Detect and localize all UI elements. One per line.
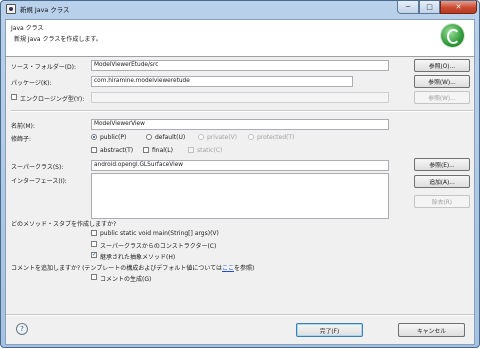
protected-radio[interactable] bbox=[248, 134, 254, 140]
comments-question-prefix: コメントを追加しますか? (テンプレートの構成およびデフォルト値については bbox=[11, 265, 222, 272]
final-checkbox[interactable] bbox=[143, 147, 149, 153]
banner-description: 新規 Java クラスを作成します。 bbox=[14, 36, 102, 43]
inherited-abstract-methods-label: 継承された抽象メソッド(H) bbox=[100, 254, 176, 261]
modifiers-label: 修飾子: bbox=[11, 136, 32, 143]
wizard-banner: Java クラス 新規 Java クラスを作成します。 bbox=[6, 20, 474, 57]
enclosing-type-label: エンクロージング型(Y): bbox=[20, 96, 85, 103]
cancel-button[interactable]: キャンセル bbox=[398, 323, 465, 337]
add-interface-button[interactable]: 追加(A)... bbox=[414, 175, 470, 188]
public-radio[interactable] bbox=[91, 134, 97, 140]
abstract-checkbox[interactable] bbox=[91, 147, 97, 153]
comments-question: コメントを追加しますか? (テンプレートの構成およびデフォルト値についてはここを… bbox=[11, 263, 254, 272]
source-folder-input[interactable]: ModelViewerEtude/src bbox=[91, 60, 389, 71]
remove-interface-button[interactable]: 除去(R) bbox=[414, 195, 470, 208]
dialog-window: 新規 Java クラス ─ □ ✕ Java クラス 新規 Java クラスを作… bbox=[0, 0, 480, 348]
enclosing-type-browse-button[interactable]: 参照(W)... bbox=[414, 91, 470, 104]
package-browse-button[interactable]: 参照(W)... bbox=[414, 75, 470, 88]
separator bbox=[11, 110, 473, 112]
private-radio-label: private(V) bbox=[207, 134, 237, 141]
default-radio[interactable] bbox=[146, 134, 152, 140]
superclass-browse-button[interactable]: 参照(E)... bbox=[414, 158, 470, 171]
finish-button[interactable]: 完了(F) bbox=[296, 323, 363, 337]
inherited-abstract-methods-checkbox[interactable]: ✓ bbox=[91, 252, 97, 258]
enclosing-type-input[interactable] bbox=[91, 92, 389, 103]
superclass-input[interactable]: android.opengl.GLSurfaceView bbox=[91, 160, 389, 171]
comments-question-suffix: を参照) bbox=[233, 265, 255, 272]
enclosing-type-checkbox[interactable] bbox=[11, 94, 17, 100]
static-checkbox-label: static(C) bbox=[197, 147, 223, 154]
default-radio-label: default(U) bbox=[155, 134, 186, 141]
private-radio[interactable] bbox=[198, 134, 204, 140]
class-name-input[interactable]: ModelViewerView bbox=[91, 119, 389, 130]
generate-comments-label: コメントの生成(G) bbox=[100, 276, 152, 283]
source-folder-label: ソース・フォルダー(D): bbox=[11, 64, 77, 71]
main-method-checkbox[interactable] bbox=[91, 230, 97, 236]
superclass-label: スーパークラス(S): bbox=[11, 164, 64, 171]
interfaces-label: インターフェース(I): bbox=[11, 178, 67, 185]
abstract-checkbox-label: abstract(T) bbox=[100, 147, 134, 154]
name-label: 名前(M): bbox=[11, 123, 35, 130]
source-folder-browse-button[interactable]: 参照(O)... bbox=[414, 59, 470, 72]
static-checkbox[interactable] bbox=[188, 147, 194, 153]
footer-separator bbox=[6, 314, 474, 316]
superclass-constructors-checkbox[interactable] bbox=[91, 241, 97, 247]
package-label: パッケージ(K): bbox=[11, 80, 52, 87]
superclass-constructors-label: スーパークラスからのコンストラクター(C) bbox=[100, 243, 217, 250]
dialog-client: Java クラス 新規 Java クラスを作成します。 ソース・フォルダー(D)… bbox=[5, 19, 475, 345]
close-button[interactable]: ✕ bbox=[440, 1, 477, 14]
eclipse-new-class-icon bbox=[441, 24, 464, 47]
title-bar[interactable]: 新規 Java クラス ─ □ ✕ bbox=[1, 1, 479, 19]
generate-comments-checkbox[interactable] bbox=[91, 274, 97, 280]
app-icon bbox=[6, 4, 16, 14]
final-checkbox-label: final(L) bbox=[152, 147, 173, 154]
banner-title: Java クラス bbox=[11, 25, 44, 32]
package-input[interactable]: com.hiramine.modelvieweretude bbox=[91, 76, 353, 87]
window-title: 新規 Java クラス bbox=[20, 6, 70, 14]
protected-radio-label: protected(T) bbox=[257, 134, 295, 141]
interfaces-list[interactable] bbox=[91, 173, 389, 219]
help-icon[interactable]: ? bbox=[16, 323, 28, 335]
templates-link[interactable]: ここ bbox=[222, 265, 234, 272]
minimize-button[interactable]: ─ bbox=[397, 1, 419, 14]
main-method-label: public static void main(String[] args)(V… bbox=[100, 230, 219, 237]
method-stubs-question: どのメソッド・スタブを作成しますか? bbox=[11, 221, 117, 228]
public-radio-label: public(P) bbox=[100, 134, 127, 141]
maximize-button[interactable]: □ bbox=[419, 1, 440, 14]
